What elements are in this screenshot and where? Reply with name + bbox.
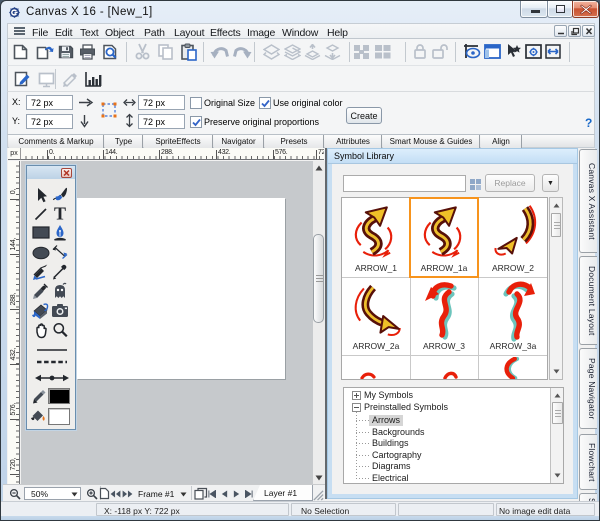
svg-text:T: T — [54, 205, 66, 222]
